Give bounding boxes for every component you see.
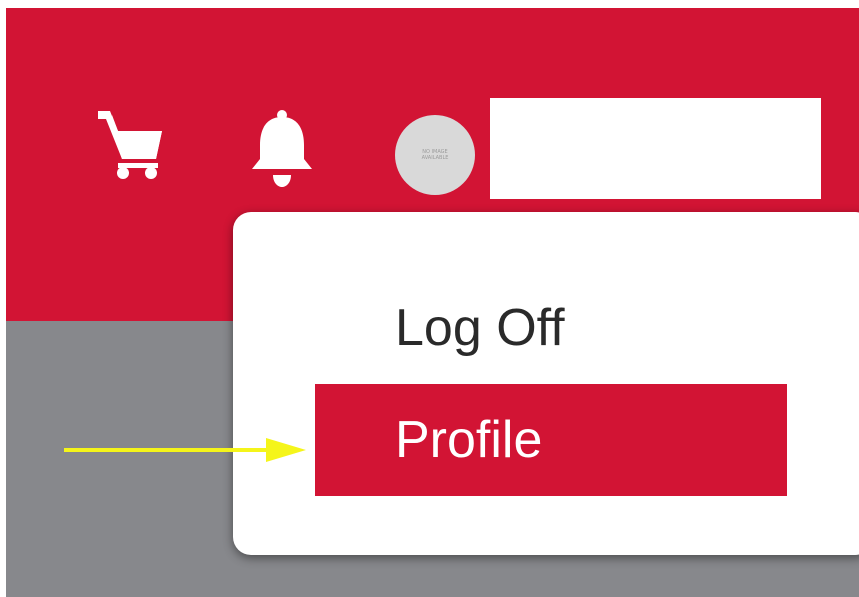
cart-icon[interactable]: [96, 107, 168, 183]
app-screen: NO IMAGE AVAILABLE Log Off Profile: [0, 0, 859, 597]
menu-item-log-off[interactable]: Log Off: [315, 272, 787, 382]
username-field[interactable]: [490, 98, 821, 199]
bell-icon[interactable]: [246, 109, 318, 189]
avatar[interactable]: NO IMAGE AVAILABLE: [395, 115, 475, 195]
menu-item-profile[interactable]: Profile: [315, 384, 787, 496]
annotation-arrow: [64, 438, 306, 462]
avatar-placeholder-text: NO IMAGE AVAILABLE: [421, 149, 449, 161]
user-menu-dropdown: Log Off Profile: [233, 212, 859, 555]
